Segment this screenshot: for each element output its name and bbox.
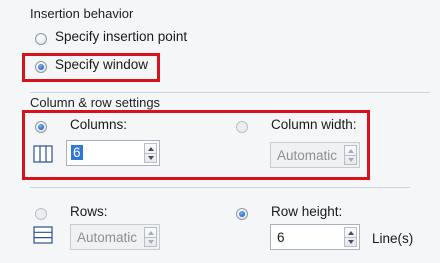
spin-up-icon[interactable]	[148, 147, 154, 151]
insertion-behavior-title: Insertion behavior	[30, 6, 134, 21]
spin-up-icon[interactable]	[348, 231, 354, 235]
spin-down-icon[interactable]	[148, 240, 154, 244]
spin-up-icon[interactable]	[348, 149, 354, 153]
rows-label[interactable]: Rows:	[70, 204, 108, 219]
section-divider	[30, 92, 430, 93]
columns-spinner[interactable]: 6	[66, 140, 160, 166]
spin-down-icon[interactable]	[348, 240, 354, 244]
rows-spinner[interactable]: Automatic	[70, 224, 160, 250]
spin-down-icon[interactable]	[148, 156, 154, 160]
rows-radio[interactable]	[35, 208, 47, 220]
columns-spin-buttons[interactable]	[144, 143, 157, 163]
spin-down-icon[interactable]	[348, 158, 354, 162]
specify-window-radio[interactable]	[35, 61, 47, 73]
columns-icon	[33, 145, 53, 163]
specify-insertion-point-label[interactable]: Specify insertion point	[55, 29, 187, 44]
spin-up-icon[interactable]	[148, 231, 154, 235]
column-width-label[interactable]: Column width:	[271, 117, 357, 132]
columns-radio[interactable]	[35, 121, 47, 133]
column-width-spinner[interactable]: Automatic	[270, 142, 360, 168]
columns-label[interactable]: Columns:	[70, 117, 127, 132]
specify-window-label[interactable]: Specify window	[55, 57, 148, 72]
column-row-settings-title: Column & row settings	[30, 95, 161, 110]
specify-insertion-point-radio[interactable]	[35, 33, 47, 45]
row-height-radio[interactable]	[236, 208, 248, 220]
rows-icon	[33, 226, 53, 244]
rows-value: Automatic	[77, 230, 138, 245]
row-height-unit: Line(s)	[372, 231, 414, 246]
column-width-value: Automatic	[277, 148, 338, 163]
column-width-radio[interactable]	[236, 121, 248, 133]
columns-value[interactable]: 6	[71, 145, 83, 160]
row-height-label[interactable]: Row height:	[271, 204, 342, 219]
column-width-spin-buttons[interactable]	[344, 145, 357, 165]
group-divider	[30, 187, 410, 188]
row-height-spin-buttons[interactable]	[344, 227, 357, 247]
row-height-value[interactable]: 6	[277, 230, 285, 245]
row-height-spinner[interactable]: 6	[270, 224, 360, 250]
rows-spin-buttons[interactable]	[144, 227, 157, 247]
